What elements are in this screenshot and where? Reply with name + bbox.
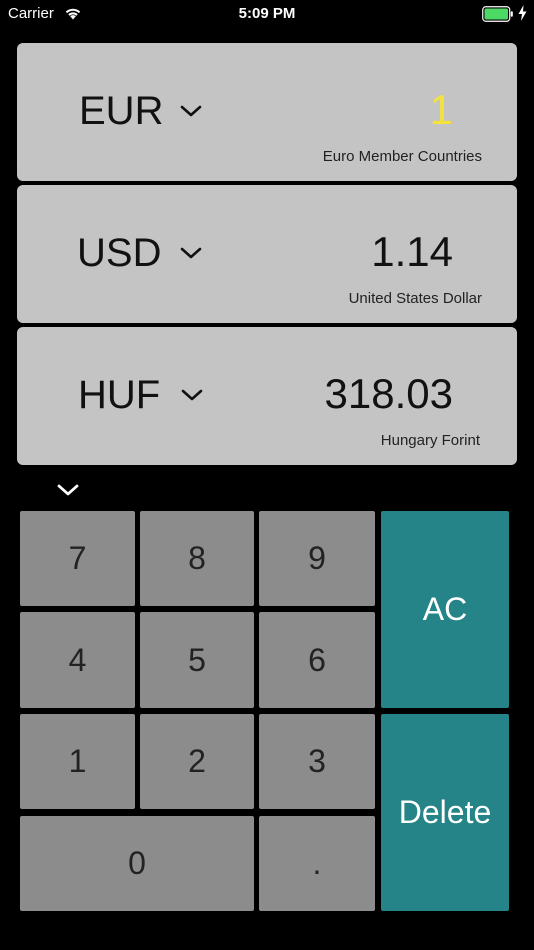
currency-amount: 1.14: [371, 228, 453, 275]
currency-code: HUF: [78, 373, 161, 417]
key-7[interactable]: 7: [20, 511, 135, 606]
currency-card-eur[interactable]: EUR 1 Euro Member Countries: [17, 43, 517, 181]
key-5[interactable]: 5: [140, 612, 254, 708]
key-0[interactable]: 0: [20, 816, 254, 911]
currency-code: USD: [77, 231, 162, 275]
chevron-down-icon[interactable]: [180, 387, 204, 403]
key-decimal-point[interactable]: .: [259, 816, 375, 911]
key-4[interactable]: 4: [20, 612, 135, 708]
status-time: 5:09 PM: [238, 5, 296, 22]
currency-code: EUR: [79, 89, 164, 133]
delete-button[interactable]: Delete: [381, 714, 509, 911]
key-6[interactable]: 6: [259, 612, 375, 708]
key-9[interactable]: 9: [259, 511, 375, 606]
currency-name: United States Dollar: [348, 290, 482, 307]
chevron-down-icon[interactable]: [179, 103, 203, 119]
currency-amount: 318.03: [324, 370, 453, 417]
currency-name: Hungary Forint: [380, 432, 480, 449]
all-clear-button[interactable]: AC: [381, 511, 509, 708]
battery-icon: [482, 6, 513, 22]
collapse-keypad-chevron-icon[interactable]: [56, 482, 80, 498]
charging-icon: [518, 5, 527, 21]
currency-card-usd[interactable]: USD 1.14 United States Dollar: [17, 185, 517, 323]
key-2[interactable]: 2: [140, 714, 254, 809]
key-1[interactable]: 1: [20, 714, 135, 809]
currency-name: Euro Member Countries: [322, 148, 482, 165]
key-3[interactable]: 3: [259, 714, 375, 809]
currency-amount: 1: [429, 86, 453, 133]
chevron-down-icon[interactable]: [179, 245, 203, 261]
status-bar: Carrier 5:09 PM: [0, 0, 534, 30]
key-8[interactable]: 8: [140, 511, 254, 606]
currency-card-huf[interactable]: HUF 318.03 Hungary Forint: [17, 327, 517, 465]
